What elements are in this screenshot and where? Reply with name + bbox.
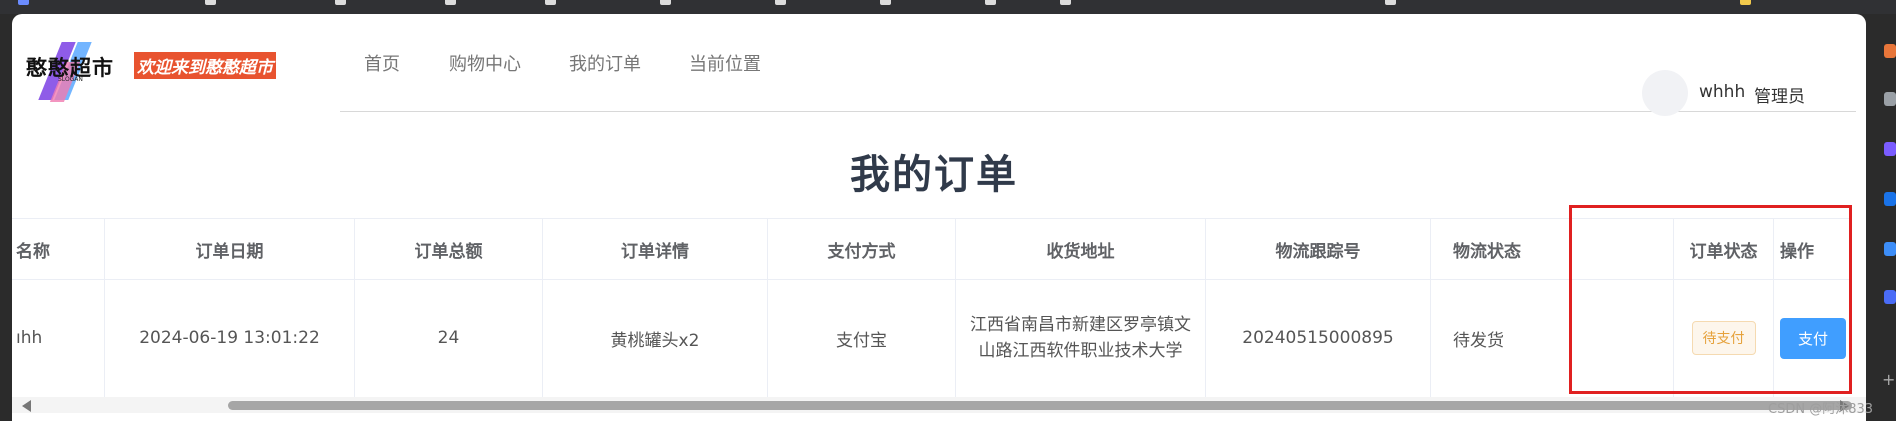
bookmark-icon[interactable]	[660, 0, 671, 5]
bookmark-icon[interactable]	[445, 0, 456, 5]
cell-total: 24	[355, 279, 543, 397]
bookmarks-bar	[0, 0, 1896, 14]
avatar[interactable]	[1642, 70, 1688, 116]
column-header-logistics-status: 物流状态	[1453, 241, 1521, 262]
column-header-name: 名称	[12, 219, 105, 279]
bookmark-icon[interactable]	[1385, 0, 1396, 5]
bookmark-icon[interactable]	[545, 0, 556, 5]
cell-logistics-status: 待发货	[1453, 330, 1504, 351]
nav-shopping-center[interactable]: 购物中心	[449, 50, 521, 76]
bookmark-icon[interactable]	[18, 0, 29, 5]
username[interactable]: whhh	[1699, 82, 1745, 102]
column-header-detail: 订单详情	[543, 219, 768, 279]
slogan-banner: 欢迎来到憨憨超市	[134, 52, 276, 79]
cell-date: 2024-06-19 13:01:22	[105, 279, 355, 397]
bookmark-icon[interactable]	[205, 0, 216, 5]
column-header-address: 收货地址	[956, 219, 1206, 279]
scrollbar-thumb[interactable]	[228, 401, 1852, 410]
user-role: 管理员	[1754, 87, 1805, 107]
column-header-payment: 支付方式	[768, 219, 956, 279]
cell-address: 江西省南昌市新建区罗亭镇文山路江西软件职业技术大学	[956, 279, 1206, 397]
diamond-icon[interactable]	[1884, 290, 1896, 304]
logo-subtext: SLOGAN	[58, 76, 83, 83]
outlook-icon[interactable]	[1884, 192, 1896, 206]
column-header-tracking: 物流跟踪号	[1206, 219, 1431, 279]
highlight-box	[1569, 205, 1852, 394]
nav-current-location[interactable]: 当前位置	[689, 50, 761, 76]
nav-home[interactable]: 首页	[364, 50, 400, 76]
add-icon[interactable]: +	[1882, 370, 1895, 389]
cell-detail: 黄桃罐头x2	[543, 279, 768, 397]
person-icon[interactable]	[1884, 92, 1896, 106]
copilot-icon[interactable]	[1884, 142, 1896, 156]
toolbox-icon[interactable]	[1884, 44, 1896, 58]
page-title: 我的订单	[850, 152, 1018, 198]
bookmark-icon[interactable]	[335, 0, 346, 5]
nav-my-orders[interactable]: 我的订单	[569, 50, 641, 76]
bookmark-icon[interactable]	[1740, 0, 1751, 5]
bookmark-icon[interactable]	[880, 0, 891, 5]
scroll-left-icon[interactable]	[22, 400, 31, 412]
bookmark-icon[interactable]	[775, 0, 786, 5]
cell-tracking: 20240515000895	[1206, 279, 1431, 397]
send-icon[interactable]	[1884, 242, 1896, 256]
bookmark-icon[interactable]	[985, 0, 996, 5]
column-header-date: 订单日期	[105, 219, 355, 279]
watermark: CSDN @阿沐833	[1768, 402, 1874, 417]
nav-divider	[340, 111, 1856, 112]
browser-sidebar	[1868, 14, 1896, 421]
bookmark-icon[interactable]	[1060, 0, 1071, 5]
cell-payment: 支付宝	[768, 279, 956, 397]
column-header-total: 订单总额	[355, 219, 543, 279]
cell-name: ıhh	[12, 279, 105, 397]
